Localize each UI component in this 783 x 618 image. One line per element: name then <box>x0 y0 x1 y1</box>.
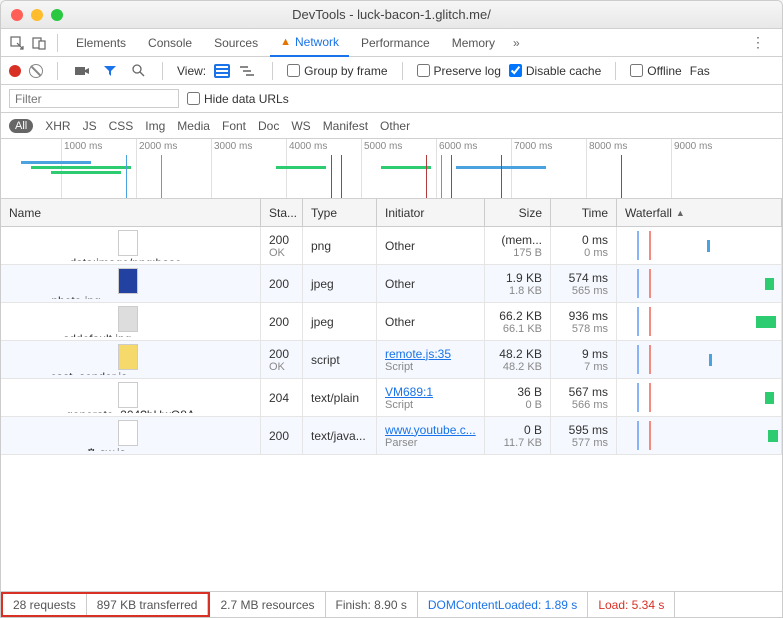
column-headers: Name Sta... Type Initiator Size Time Wat… <box>1 199 782 227</box>
status-domcontentloaded: DOMContentLoaded: 1.89 s <box>418 592 588 617</box>
filter-media[interactable]: Media <box>177 119 210 133</box>
more-tabs[interactable]: » <box>507 36 526 50</box>
sort-icon: ▲ <box>676 208 685 218</box>
resource-thumb <box>118 268 138 294</box>
waterfall-view-icon[interactable] <box>238 61 258 81</box>
table-row[interactable]: photo.jpgyt3.ggpht.com/-vu_v-hJT-3Q/A...… <box>1 265 782 303</box>
filter-font[interactable]: Font <box>222 119 246 133</box>
resource-thumb <box>118 306 138 332</box>
view-label: View: <box>177 64 206 78</box>
status-load: Load: 5.34 s <box>588 592 675 617</box>
resource-thumb <box>118 344 138 370</box>
highlighted-summary: 28 requests 897 KB transferred <box>1 592 210 617</box>
overview-timeline[interactable]: 1000 ms 2000 ms 3000 ms 4000 ms 5000 ms … <box>1 139 782 199</box>
filter-js[interactable]: JS <box>83 119 97 133</box>
tab-performance[interactable]: Performance <box>351 29 440 57</box>
resource-name: cast_sender.js <box>50 370 210 375</box>
tab-network[interactable]: ▲Network <box>270 29 349 57</box>
large-rows-icon[interactable] <box>214 64 230 78</box>
status-transferred: 897 KB transferred <box>87 594 209 615</box>
resource-name: generate_204?bHwO8A <box>66 408 195 413</box>
filter-all[interactable]: All <box>9 119 33 133</box>
camera-icon[interactable] <box>72 61 92 81</box>
filter-ws[interactable]: WS <box>291 119 310 133</box>
status-bar: 28 requests 897 KB transferred 2.7 MB re… <box>1 591 782 617</box>
header-time[interactable]: Time <box>551 199 617 226</box>
tab-elements[interactable]: Elements <box>66 29 136 57</box>
filter-img[interactable]: Img <box>145 119 165 133</box>
initiator-link[interactable]: remote.js:35 <box>385 347 451 361</box>
table-row[interactable]: sddefault.jpgi.ytimg.com/vi/6lfaiXM6waw … <box>1 303 782 341</box>
header-type[interactable]: Type <box>303 199 377 226</box>
network-toolbar: View: Group by frame Preserve log Disabl… <box>1 57 782 85</box>
device-icon[interactable] <box>29 33 49 53</box>
resource-name: sddefault.jpg <box>63 332 197 337</box>
filter-xhr[interactable]: XHR <box>45 119 70 133</box>
window-title: DevTools - luck-bacon-1.glitch.me/ <box>1 7 782 22</box>
filter-toolbar: Hide data URLs <box>1 85 782 113</box>
header-status[interactable]: Sta... <box>261 199 303 226</box>
header-name[interactable]: Name <box>1 199 261 226</box>
status-requests: 28 requests <box>3 594 87 615</box>
preserve-log-checkbox[interactable]: Preserve log <box>417 64 501 78</box>
throttling-label[interactable]: Fas <box>690 64 710 78</box>
status-resources: 2.7 MB resources <box>210 592 325 617</box>
resource-thumb <box>118 230 138 256</box>
filter-doc[interactable]: Doc <box>258 119 279 133</box>
table-row[interactable]: generate_204?bHwO8A 204 text/plain VM689… <box>1 379 782 417</box>
hide-data-urls-checkbox[interactable]: Hide data URLs <box>187 92 289 106</box>
resource-name: data:image/png;base... <box>69 256 191 261</box>
status-finish: Finish: 8.90 s <box>326 592 418 617</box>
warning-icon: ▲ <box>280 36 291 48</box>
header-size[interactable]: Size <box>485 199 551 226</box>
offline-checkbox[interactable]: Offline <box>630 64 681 78</box>
tab-console[interactable]: Console <box>138 29 202 57</box>
filter-manifest[interactable]: Manifest <box>323 119 368 133</box>
type-filter-bar: All XHR JS CSS Img Media Font Doc WS Man… <box>1 113 782 139</box>
search-icon[interactable] <box>128 61 148 81</box>
resource-name: photo.jpg <box>51 294 209 299</box>
clear-icon[interactable] <box>29 64 43 78</box>
panel-tabs: Elements Console Sources ▲Network Perfor… <box>1 29 782 57</box>
filter-other[interactable]: Other <box>380 119 410 133</box>
request-list: data:image/png;base... 200OK png Other (… <box>1 227 782 591</box>
resource-thumb <box>118 420 138 446</box>
filter-css[interactable]: CSS <box>109 119 134 133</box>
table-row[interactable]: ⚙sw.jswww.youtube.com 200 text/java... w… <box>1 417 782 455</box>
tab-memory[interactable]: Memory <box>442 29 505 57</box>
filter-input[interactable] <box>9 89 179 108</box>
resource-thumb <box>118 382 138 408</box>
header-waterfall[interactable]: Waterfall▲ <box>617 199 782 226</box>
initiator-link[interactable]: VM689:1 <box>385 385 433 399</box>
group-by-frame-checkbox[interactable]: Group by frame <box>287 64 387 78</box>
gear-icon: ⚙ <box>86 446 97 451</box>
disable-cache-checkbox[interactable]: Disable cache <box>509 64 601 78</box>
filter-icon[interactable] <box>100 61 120 81</box>
table-row[interactable]: cast_sender.jspkedcjkdefgpdelpbcmbmeomcj… <box>1 341 782 379</box>
devtools-window: DevTools - luck-bacon-1.glitch.me/ Eleme… <box>0 0 783 618</box>
record-icon[interactable] <box>9 65 21 77</box>
header-initiator[interactable]: Initiator <box>377 199 485 226</box>
initiator-link[interactable]: www.youtube.c... <box>385 423 476 437</box>
resource-name: ⚙sw.js <box>86 446 175 451</box>
inspect-icon[interactable] <box>7 33 27 53</box>
table-row[interactable]: data:image/png;base... 200OK png Other (… <box>1 227 782 265</box>
settings-menu-icon[interactable]: ⋮ <box>741 34 776 51</box>
tab-sources[interactable]: Sources <box>204 29 268 57</box>
titlebar: DevTools - luck-bacon-1.glitch.me/ <box>1 1 782 29</box>
